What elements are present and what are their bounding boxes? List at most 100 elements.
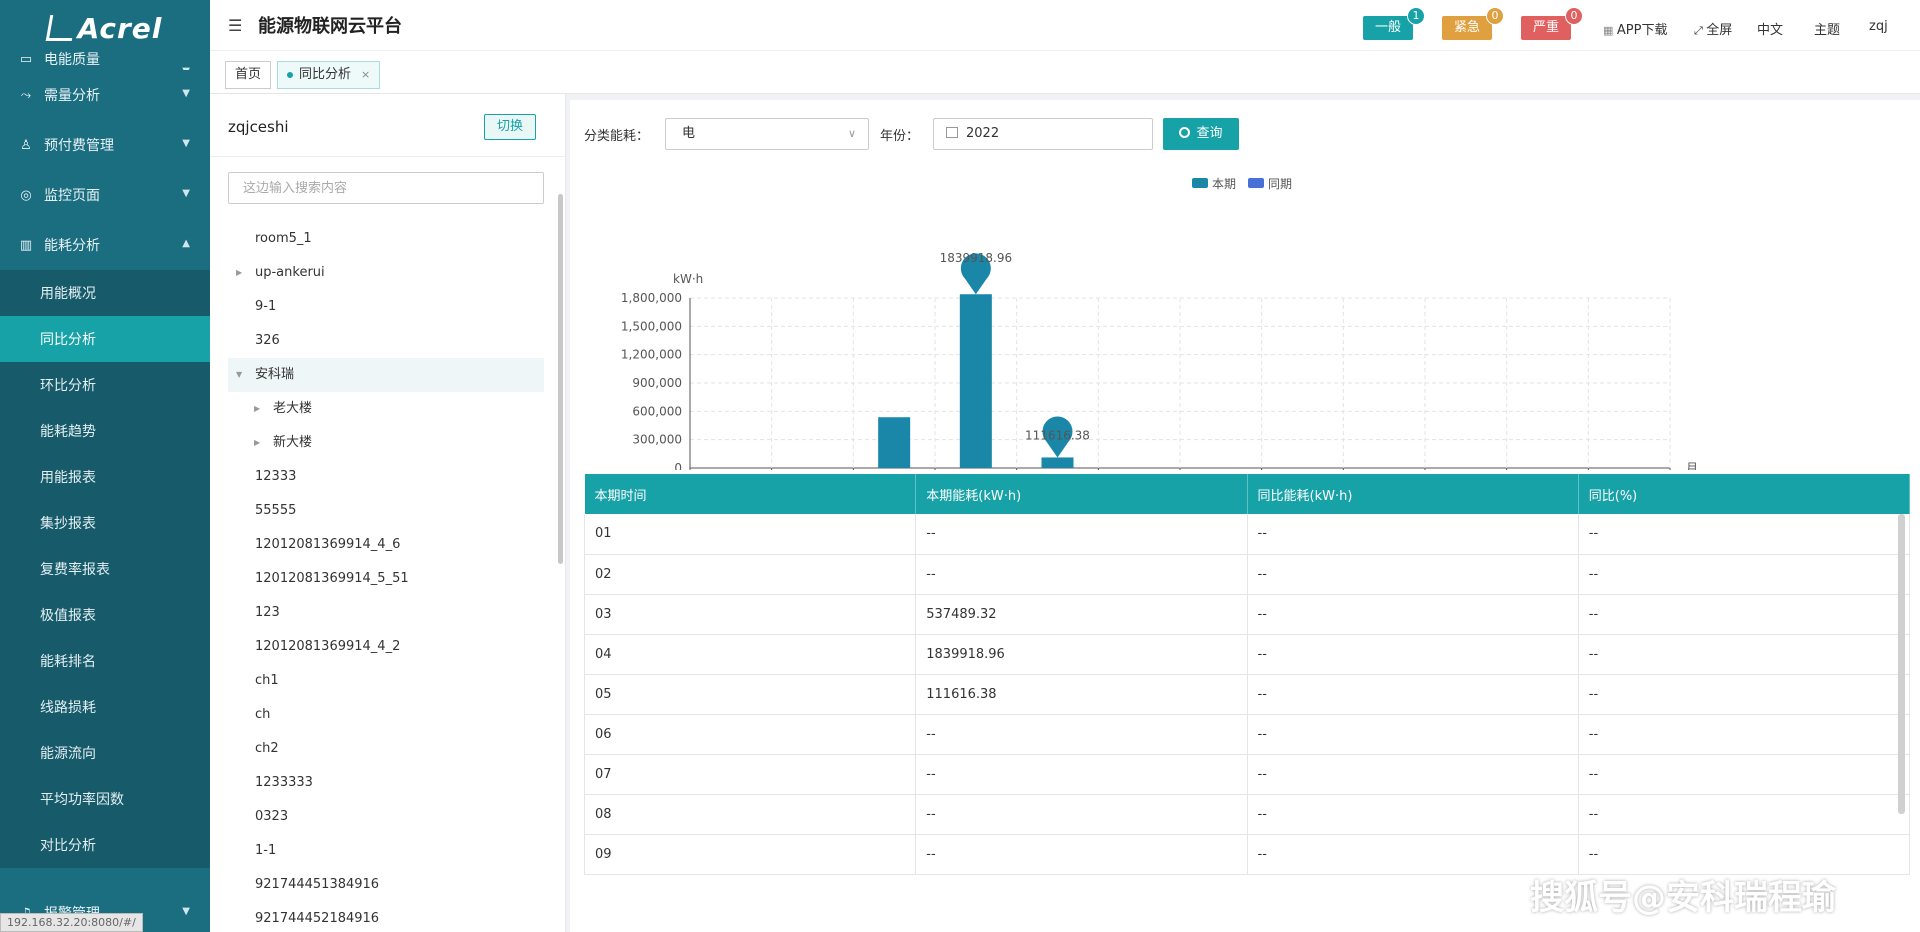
- table-cell: 537489.32: [915, 594, 1248, 635]
- sidebar-sub-item[interactable]: 能源流向: [0, 730, 210, 776]
- tree-node[interactable]: 1233333: [228, 766, 544, 800]
- alarm-count-badge: 0: [1565, 7, 1584, 25]
- table-row: 04 1839918.96 -- --: [583, 634, 1911, 675]
- sidebar-sub-item[interactable]: 用能报表: [0, 454, 210, 500]
- alarm-urgent-button[interactable]: 紧急 0: [1442, 7, 1505, 40]
- year-picker[interactable]: 2022: [933, 118, 1153, 150]
- y-tick-label: 0: [674, 461, 682, 470]
- menu-group-prepaid[interactable]: ♙ 预付费管理 ▼: [0, 120, 210, 170]
- query-button[interactable]: 查询: [1163, 118, 1239, 150]
- tree-node[interactable]: 0323: [228, 800, 544, 834]
- category-label: 分类能耗：: [584, 129, 650, 144]
- app-download-link[interactable]: ▦ APP下载: [1603, 19, 1667, 38]
- watermark: 搜狐号@安科瑞程瑜: [1530, 878, 1836, 918]
- tree-node-label: 921744452184916: [255, 911, 380, 926]
- tab-yoy-analysis[interactable]: 同比分析 ×: [277, 61, 381, 89]
- caret-right-icon[interactable]: ▶: [254, 426, 260, 460]
- menu-group-power-quality[interactable]: ▭ 电能质量 ▼: [0, 48, 210, 71]
- tree-node-label: 921744451384916: [255, 877, 380, 892]
- alarm-label: 紧急: [1454, 20, 1481, 35]
- header: ☰ 能源物联网云平台 一般 1 紧急 0 严重 0 ▦ APP下载 ⤢ 全屏 中…: [210, 0, 1920, 50]
- caret-down-icon[interactable]: ▼: [236, 358, 242, 392]
- table-body: 01 -- -- -- 02 -- -- -- 03 537489.32 -- -- 04 1839918…: [583, 514, 1911, 875]
- tree-node-label: 12012081369914_5_51: [255, 571, 409, 586]
- menu-group-demand[interactable]: ⤳ 需量分析 ▼: [0, 70, 210, 120]
- table-cell: --: [1247, 594, 1579, 635]
- table-cell: 03: [583, 594, 917, 635]
- alarm-label: 严重: [1533, 20, 1560, 35]
- tree-node[interactable]: 326: [228, 324, 544, 358]
- caret-right-icon[interactable]: ▶: [254, 392, 260, 426]
- tree-node[interactable]: ch2: [228, 732, 544, 766]
- tree-search-input[interactable]: [228, 172, 544, 204]
- table-header-row: 本期时间 本期能耗(kW·h) 同比能耗(kW·h) 同比(%): [584, 474, 1911, 514]
- tree-node[interactable]: room5_1: [228, 222, 544, 256]
- tree-node-label: 12012081369914_4_2: [255, 639, 401, 654]
- tree-node[interactable]: 12012081369914_4_2: [228, 630, 544, 664]
- tree-node[interactable]: 12012081369914_4_6: [228, 528, 544, 562]
- table-cell: 01: [583, 514, 917, 555]
- menu-group-energy-analysis[interactable]: ▥ 能耗分析 ▲: [0, 220, 210, 270]
- menu-toggle-icon[interactable]: ☰: [228, 16, 246, 35]
- menu-group-label: 预付费管理: [44, 138, 114, 154]
- tree-node-label: 12012081369914_4_6: [255, 537, 401, 552]
- table-cell: --: [1247, 674, 1579, 715]
- switch-button[interactable]: 切换: [484, 114, 536, 140]
- sidebar-sub-item[interactable]: 能耗排名: [0, 638, 210, 684]
- tree-node[interactable]: 12012081369914_5_51: [228, 562, 544, 596]
- tree-node[interactable]: ▶ 新大楼: [228, 426, 544, 460]
- tree-node[interactable]: ▶ up-ankerui: [228, 256, 544, 290]
- tree-node[interactable]: 55555: [228, 494, 544, 528]
- chevron-down-icon: ∨: [847, 127, 856, 140]
- sidebar-sub-item[interactable]: 能耗趋势: [0, 408, 210, 454]
- fullscreen-button[interactable]: ⤢ 全屏: [1694, 19, 1732, 38]
- tree-node[interactable]: ▼ 安科瑞: [228, 358, 544, 392]
- tree-scrollbar[interactable]: [558, 194, 563, 564]
- alarm-general-button[interactable]: 一般 1: [1363, 7, 1426, 40]
- table-row: 03 537489.32 -- --: [583, 594, 1911, 635]
- tab-bar: 首页 同比分析 ×: [210, 50, 1920, 94]
- alarm-severe-button[interactable]: 严重 0: [1521, 7, 1584, 40]
- tree-node[interactable]: 12333: [228, 460, 544, 494]
- theme-button[interactable]: 主题: [1814, 19, 1840, 38]
- table-cell: --: [915, 714, 1248, 755]
- tree-node[interactable]: ch: [228, 698, 544, 732]
- table-cell: 1839918.96: [915, 634, 1248, 675]
- sidebar-sub-item[interactable]: 环比分析: [0, 362, 210, 408]
- bar-current-05: [1041, 457, 1074, 468]
- tree-node[interactable]: 921744451384916: [228, 868, 544, 902]
- sidebar-sub-item[interactable]: 同比分析: [0, 316, 210, 362]
- tree-node[interactable]: 9-1: [228, 290, 544, 324]
- category-select[interactable]: 电 ∨: [665, 118, 869, 150]
- table-scrollbar[interactable]: [1898, 514, 1905, 814]
- target-icon: ◎: [20, 187, 32, 203]
- language-button[interactable]: 中文: [1757, 19, 1783, 38]
- sidebar-sub-item[interactable]: 集抄报表: [0, 500, 210, 546]
- tree-node-label: 1233333: [255, 775, 313, 790]
- tree-node[interactable]: 921744452184916: [228, 902, 544, 932]
- tree-node[interactable]: 1-1: [228, 834, 544, 868]
- sidebar-sub-item[interactable]: 用能概况: [0, 270, 210, 316]
- sidebar-sub-item[interactable]: 复费率报表: [0, 546, 210, 592]
- tree-node-label: ch2: [255, 741, 279, 756]
- close-icon[interactable]: ×: [361, 68, 370, 81]
- tree-node[interactable]: ▶ 老大楼: [228, 392, 544, 426]
- sidebar-sub-item[interactable]: 线路损耗: [0, 684, 210, 730]
- sidebar-sub-item[interactable]: 对比分析: [0, 822, 210, 868]
- user-menu[interactable]: zqj: [1869, 19, 1888, 34]
- tree-node[interactable]: ch1: [228, 664, 544, 698]
- menu-group-monitor[interactable]: ◎ 监控页面 ▼: [0, 170, 210, 220]
- table-cell: --: [1247, 754, 1579, 795]
- y-tick-label: 1,800,000: [621, 291, 682, 305]
- table-row: 07 -- -- --: [583, 754, 1911, 795]
- tree-node[interactable]: 123: [228, 596, 544, 630]
- caret-right-icon[interactable]: ▶: [236, 256, 242, 290]
- sidebar-sub-item[interactable]: 极值报表: [0, 592, 210, 638]
- tab-home[interactable]: 首页: [225, 61, 272, 89]
- sidebar-sub-item[interactable]: 平均功率因数: [0, 776, 210, 822]
- y-tick-label: 1,500,000: [621, 319, 682, 333]
- table-row: 08 -- -- --: [583, 794, 1911, 835]
- table-cell: --: [1578, 634, 1911, 675]
- table-row: 02 -- -- --: [583, 554, 1911, 595]
- fullscreen-icon: ⤢: [1694, 24, 1707, 37]
